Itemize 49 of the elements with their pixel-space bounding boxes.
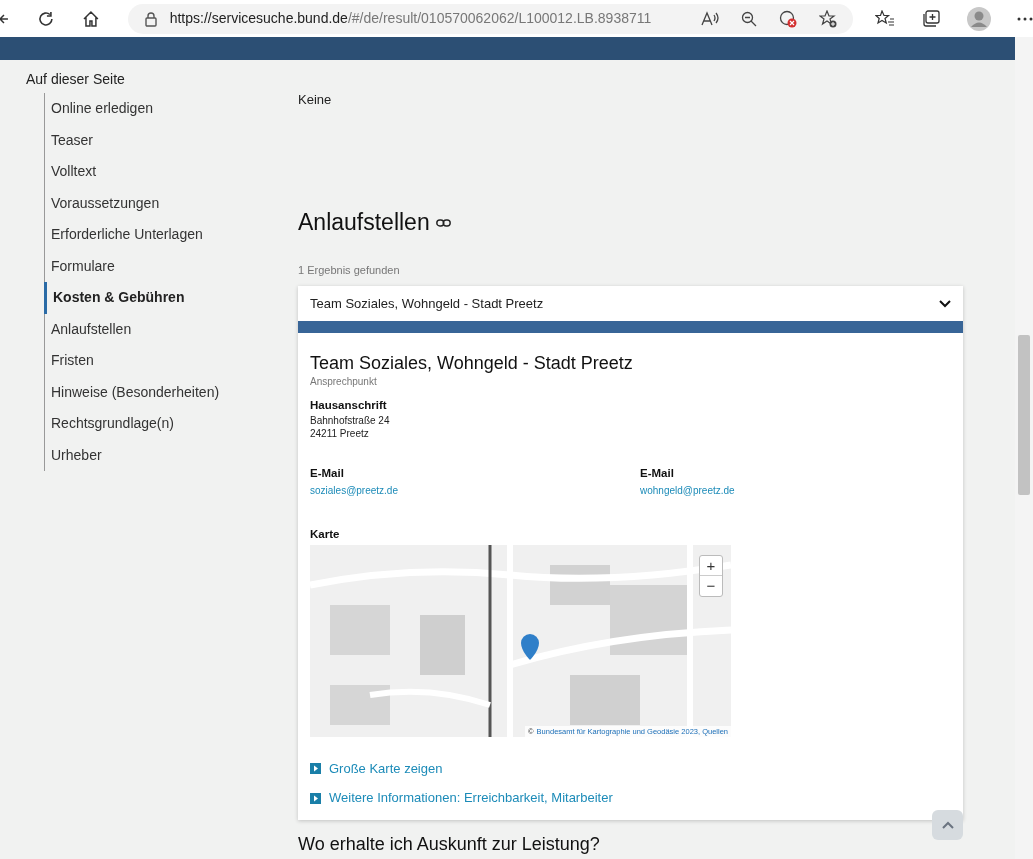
contact-name: Team Soziales, Wohngeld - Stadt Preetz [310, 352, 634, 374]
address-bar[interactable]: https://servicesuche.bund.de/#/de/result/010570062062/L100012.LB.8938711 [127, 3, 853, 34]
address-line: 24211 Preetz [310, 427, 370, 441]
lock-icon [143, 10, 158, 27]
sidebar-link[interactable]: Rechtsgrundlage(n) [44, 408, 298, 440]
scrollbar-thumb[interactable] [1018, 335, 1030, 495]
costs-text: Keine [298, 91, 333, 109]
sidebar-link[interactable]: Anlaufstellen [44, 313, 298, 345]
sidebar-link[interactable]: Erforderliche Unterlagen [44, 219, 298, 251]
scroll-to-top-button[interactable] [932, 810, 963, 840]
info-link[interactable]: Weitere Informationen: Erreichbarkeit, Mitarbeiter [329, 788, 613, 808]
zoom-out-icon[interactable] [741, 10, 757, 27]
field-label: E-Mail [640, 466, 675, 482]
cookie-blocked-icon[interactable] [779, 9, 797, 28]
chevron-icon [939, 299, 951, 308]
sidebar-link[interactable]: Fristen [44, 345, 298, 377]
contact-type: Ansprechpunkt [310, 375, 378, 389]
sidebar-link[interactable]: Teaser [44, 124, 298, 156]
email-link[interactable]: wohngeld@preetz.de [640, 482, 735, 498]
read-aloud-icon[interactable] [701, 10, 719, 27]
reload-icon[interactable] [36, 9, 55, 28]
sidebar-link[interactable]: Urheber [44, 439, 298, 471]
link-icon[interactable] [435, 217, 451, 228]
sidebar-link[interactable]: Online erledigen [44, 93, 298, 125]
home-icon[interactable] [81, 9, 100, 28]
section-heading: Anlaufstellen [298, 208, 430, 238]
favorites-icon[interactable] [875, 9, 895, 28]
field-label: Hausanschrift [310, 398, 388, 413]
sidebar-link[interactable]: Volltext [44, 156, 298, 188]
chevron-up-icon [941, 821, 954, 829]
address-line: Bahnhofstraße 24 [310, 414, 391, 428]
url-text: https://servicesuche.bund.de/#/de/result/010570062062/L100012.LB.8938711 [169, 9, 652, 28]
accordion-header[interactable]: Team Soziales, Wohngeld - Stadt Preetz [298, 286, 963, 321]
info-link[interactable]: Große Karte zeigen [329, 758, 443, 779]
sidebar-link[interactable]: Voraussetzungen [44, 187, 298, 219]
email-link[interactable]: soziales@preetz.de [310, 482, 398, 498]
collections-icon[interactable] [921, 9, 941, 28]
add-favorite-icon[interactable] [819, 9, 837, 28]
sidebar-link[interactable]: Formulare [44, 250, 298, 282]
more-menu-icon[interactable] [1017, 16, 1033, 21]
result-count: 1 Ergebnis gefunden [298, 262, 401, 278]
profile-avatar-icon[interactable] [967, 6, 991, 31]
field-label: E-Mail [310, 466, 345, 482]
zoom-in-button[interactable]: + [700, 555, 722, 576]
field-label: Karte [310, 526, 341, 542]
section-heading: Wo erhalte ich Auskunft zur Leistung? [298, 833, 600, 854]
sidebar-link[interactable]: Hinweise (Besonderheiten) [44, 376, 298, 408]
zoom-out-button[interactable]: − [700, 575, 722, 596]
sidebar-title: Auf dieser Seite [26, 70, 126, 89]
